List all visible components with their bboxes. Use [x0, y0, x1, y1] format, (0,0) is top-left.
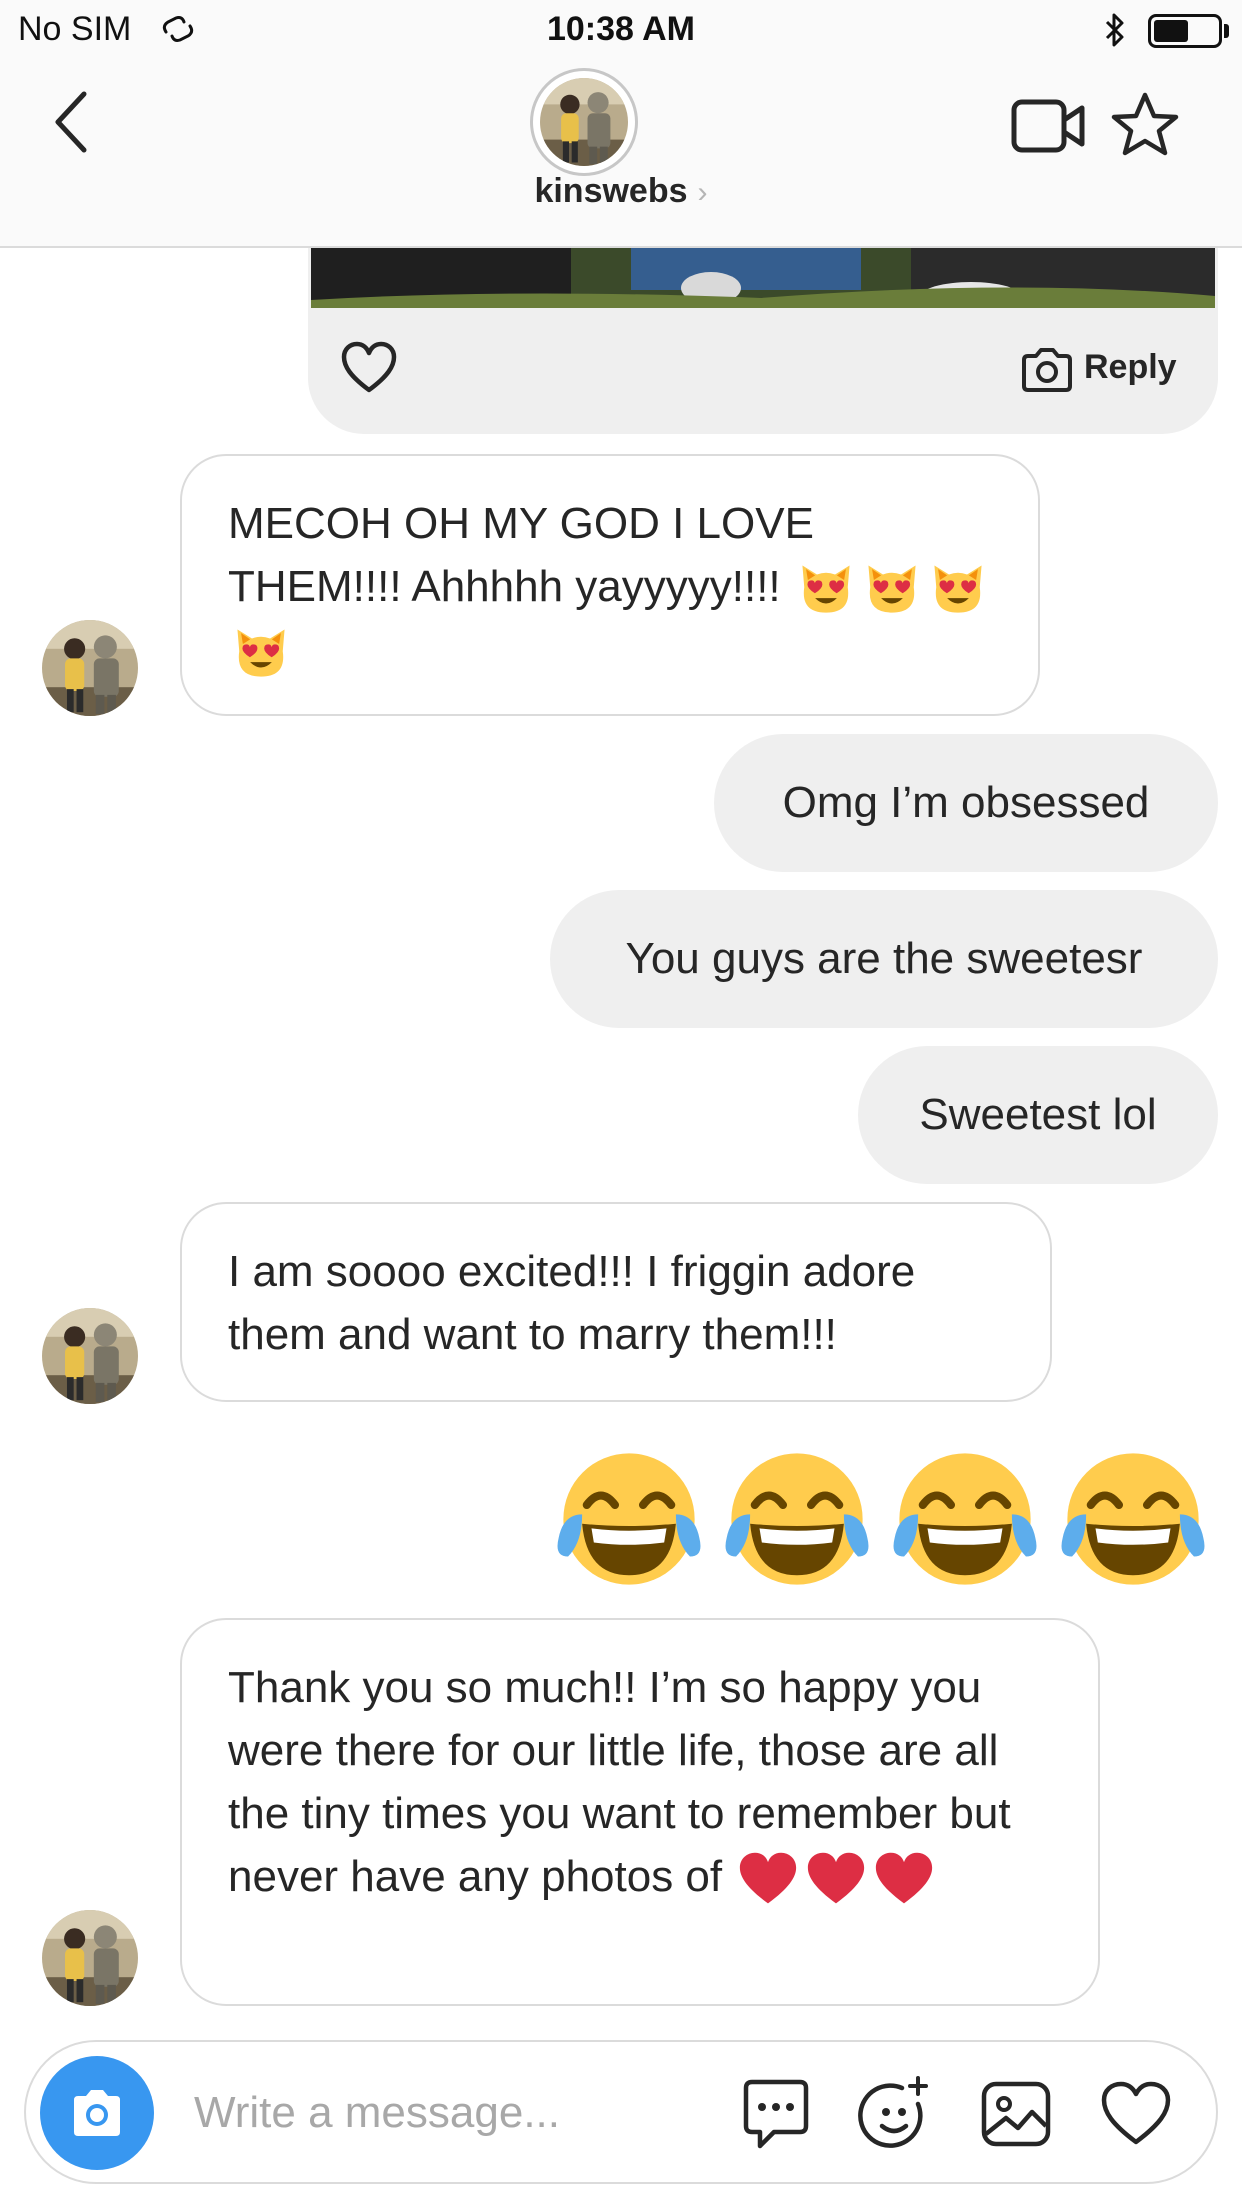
message-text: Omg I’m obsessed — [782, 778, 1150, 827]
message-input[interactable] — [194, 2078, 694, 2148]
tears-of-joy-emoji — [554, 1444, 704, 1594]
username-label: kinswebs — [534, 172, 688, 210]
chat-header: kinswebs › — [0, 62, 1242, 248]
back-chevron-icon[interactable] — [40, 82, 100, 162]
message-bubble-outgoing[interactable]: Omg I’m obsessed — [714, 734, 1218, 872]
message-text: You guys are the sweetesr — [625, 934, 1143, 983]
heart-icon[interactable] — [340, 340, 398, 396]
avatar — [540, 78, 628, 166]
status-time: 10:38 AM — [546, 10, 696, 48]
red-heart-emoji — [738, 1849, 798, 1909]
heart-eyes-cat-emoji — [863, 560, 921, 618]
reply-button[interactable]: Reply — [1084, 348, 1177, 387]
camera-icon[interactable] — [1020, 346, 1074, 394]
battery-tip — [1224, 24, 1229, 38]
camera-icon — [74, 2090, 120, 2136]
video-camera-icon[interactable] — [1010, 96, 1088, 156]
username-title[interactable]: kinswebs › — [0, 172, 1242, 211]
status-bar: No SIM 10:38 AM — [0, 0, 1242, 62]
heart-eyes-cat-emoji — [232, 624, 290, 682]
message-text: Sweetest lol — [919, 1090, 1157, 1139]
message-bubble-incoming[interactable]: I am soooo excited!!! I friggin adore th… — [180, 1202, 1052, 1402]
chat-bubble-icon[interactable] — [736, 2074, 816, 2154]
tears-of-joy-emoji — [890, 1444, 1040, 1594]
message-bubble-incoming[interactable]: MECOH OH MY GOD I LOVE THEM!!!! Ahhhhh y… — [180, 454, 1040, 716]
bluetooth-icon — [1105, 13, 1124, 47]
heart-eyes-cat-emoji — [929, 560, 987, 618]
post-image[interactable] — [311, 248, 1215, 308]
heart-icon[interactable] — [1096, 2074, 1176, 2154]
message-bubble-outgoing[interactable]: You guys are the sweetesr — [550, 890, 1218, 1028]
gallery-icon[interactable] — [976, 2074, 1056, 2154]
star-icon[interactable] — [1110, 90, 1180, 160]
message-text: I am soooo excited!!! I friggin adore th… — [228, 1247, 916, 1359]
heart-eyes-cat-emoji — [797, 560, 855, 618]
avatar[interactable] — [42, 620, 138, 716]
message-bubble-incoming[interactable]: Thank you so much!! I’m so happy you wer… — [180, 1618, 1100, 2006]
tears-of-joy-emoji — [1058, 1444, 1208, 1594]
sticker-icon[interactable] — [856, 2074, 936, 2154]
avatar[interactable] — [42, 1308, 138, 1404]
header-avatar[interactable] — [530, 68, 638, 176]
red-heart-emoji — [806, 1849, 866, 1909]
message-composer — [24, 2040, 1218, 2184]
chevron-right-icon: › — [697, 176, 708, 209]
tears-of-joy-emoji — [722, 1444, 872, 1594]
camera-button[interactable] — [40, 2056, 154, 2170]
shared-post[interactable]: Reply — [308, 248, 1218, 434]
message-bubble-outgoing[interactable]: Sweetest lol — [858, 1046, 1218, 1184]
battery-icon — [1148, 14, 1222, 48]
avatar[interactable] — [42, 1910, 138, 2006]
message-text: MECOH OH MY GOD I LOVE THEM!!!! Ahhhhh y… — [228, 499, 814, 611]
battery-level — [1154, 20, 1188, 42]
red-heart-emoji — [874, 1849, 934, 1909]
